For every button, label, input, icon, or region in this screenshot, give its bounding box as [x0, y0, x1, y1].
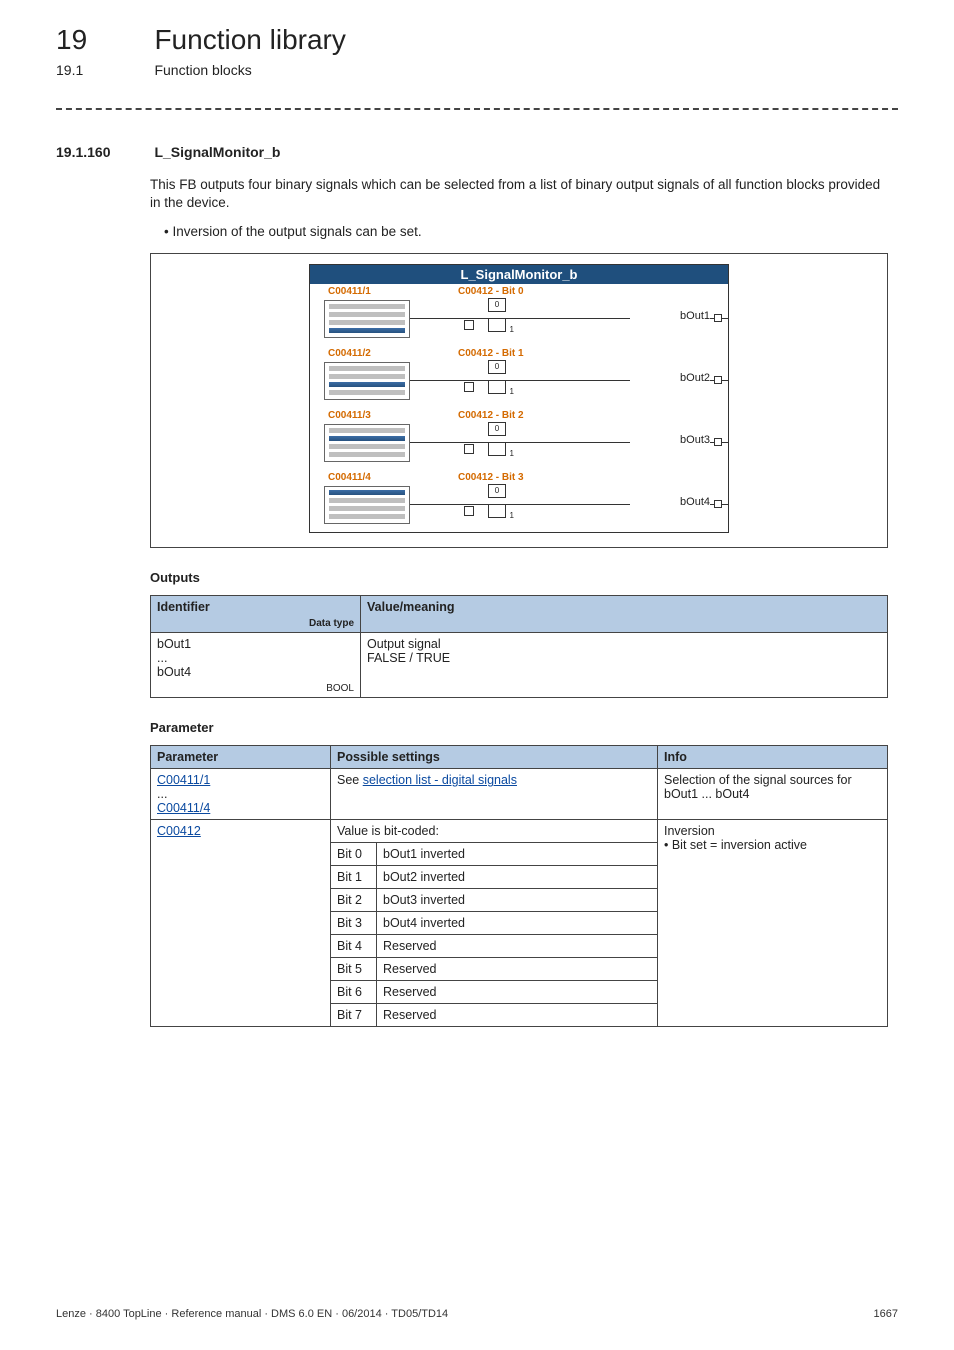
diagram-inv-code: C00412 - Bit 1 [458, 348, 524, 359]
intro-bullet: Inversion of the output signals can be s… [150, 224, 888, 239]
bit-desc: bOut2 inverted [377, 866, 658, 889]
bit-label: Bit 7 [331, 1004, 377, 1027]
bit-label: Bit 6 [331, 981, 377, 1004]
section-number: 19.1 [56, 62, 150, 78]
page-header: 19 Function library 19.1 Function blocks [56, 24, 898, 80]
outputs-th-value: Value/meaning [361, 596, 888, 633]
diagram-output-port [714, 438, 722, 446]
bit-desc: bOut1 inverted [377, 843, 658, 866]
intro-paragraph: This FB outputs four binary signals whic… [150, 176, 888, 212]
diagram-src-code: C00411/3 [328, 410, 371, 421]
diagram-row: C00411/4 C00412 - Bit 3 01 bOut4 [310, 470, 728, 532]
diagram-inv-code: C00412 - Bit 0 [458, 286, 524, 297]
diagram-row: C00411/3 C00412 - Bit 2 01 bOut3 [310, 408, 728, 470]
diagram-output-port [714, 500, 722, 508]
footer-page-number: 1667 [874, 1308, 898, 1320]
table-row: C00412 Value is bit-coded: Inversion • B… [151, 820, 888, 843]
diagram-src-code: C00411/4 [328, 472, 371, 483]
parameter-table: Parameter Possible settings Info C00411/… [150, 745, 888, 1027]
table-row: bOut1 ... bOut4 BOOL Output signal FALSE… [151, 633, 888, 698]
chapter-title: Function library [154, 24, 345, 56]
diagram-output-label: bOut3 [680, 434, 710, 446]
diagram-switch: 01 [462, 360, 506, 394]
diagram-row: C00411/1 C00412 - Bit 0 01 bOut1 [310, 284, 728, 346]
param-settings-head: Value is bit-coded: [331, 820, 658, 843]
diagram-switch: 01 [462, 484, 506, 518]
bit-desc: bOut3 inverted [377, 889, 658, 912]
divider [56, 108, 898, 110]
diagram-inv-code: C00412 - Bit 3 [458, 472, 524, 483]
bit-label: Bit 2 [331, 889, 377, 912]
diagram-output-port [714, 376, 722, 384]
bit-desc: Reserved [377, 958, 658, 981]
bit-label: Bit 4 [331, 935, 377, 958]
diagram-selector-box [324, 300, 410, 338]
parameter-heading: Parameter [150, 720, 888, 735]
table-row: C00411/1 ... C00411/4 See selection list… [151, 769, 888, 820]
bit-label: Bit 5 [331, 958, 377, 981]
param-info-line1: Inversion [664, 824, 715, 838]
param-link-selection-list[interactable]: selection list - digital signals [363, 773, 517, 787]
outputs-table: Identifier Data type Value/meaning bOut1… [150, 595, 888, 698]
diagram-output-label: bOut2 [680, 372, 710, 384]
page-footer: Lenze · 8400 TopLine · Reference manual … [56, 1308, 898, 1320]
diagram-src-code: C00411/1 [328, 286, 371, 297]
section-title: Function blocks [154, 62, 251, 78]
outputs-value: Output signal FALSE / TRUE [361, 633, 888, 698]
param-link-c00412[interactable]: C00412 [157, 824, 201, 838]
bit-desc: Reserved [377, 981, 658, 1004]
outputs-th-identifier: Identifier [157, 600, 210, 614]
bit-desc: Reserved [377, 1004, 658, 1027]
param-ellipsis: ... [157, 787, 167, 801]
param-link-c00411-4[interactable]: C00411/4 [157, 801, 210, 815]
diagram-title: L_SignalMonitor_b [310, 265, 728, 284]
param-info-line2: • Bit set = inversion active [664, 838, 807, 852]
bit-desc: Reserved [377, 935, 658, 958]
bit-label: Bit 0 [331, 843, 377, 866]
outputs-th-datatype: Data type [309, 618, 354, 629]
outputs-heading: Outputs [150, 570, 888, 585]
subsection-number: 19.1.160 [56, 144, 150, 160]
bit-label: Bit 1 [331, 866, 377, 889]
bit-desc: bOut4 inverted [377, 912, 658, 935]
diagram-selector-box [324, 486, 410, 524]
param-th-info: Info [658, 746, 888, 769]
outputs-datatype: BOOL [326, 683, 354, 694]
bit-label: Bit 3 [331, 912, 377, 935]
diagram-selector-box [324, 362, 410, 400]
chapter-number: 19 [56, 24, 150, 56]
subsection-title: L_SignalMonitor_b [154, 144, 280, 160]
diagram-inv-code: C00412 - Bit 2 [458, 410, 524, 421]
outputs-identifier: bOut1 ... bOut4 [157, 637, 191, 679]
param-link-c00411-1[interactable]: C00411/1 [157, 773, 210, 787]
footer-left: Lenze · 8400 TopLine · Reference manual … [56, 1308, 448, 1320]
param-settings-prefix: See [337, 773, 363, 787]
diagram-src-code: C00411/2 [328, 348, 371, 359]
diagram-switch: 01 [462, 422, 506, 456]
param-th-settings: Possible settings [331, 746, 658, 769]
diagram-selector-box [324, 424, 410, 462]
diagram-output-label: bOut1 [680, 310, 710, 322]
diagram-output-port [714, 314, 722, 322]
diagram-output-label: bOut4 [680, 496, 710, 508]
block-diagram: L_SignalMonitor_b C00411/1 C00412 - Bit … [150, 253, 888, 548]
param-th-parameter: Parameter [151, 746, 331, 769]
diagram-row: C00411/2 C00412 - Bit 1 01 bOut2 [310, 346, 728, 408]
diagram-switch: 01 [462, 298, 506, 332]
param-info: Selection of the signal sources for bOut… [658, 769, 888, 820]
